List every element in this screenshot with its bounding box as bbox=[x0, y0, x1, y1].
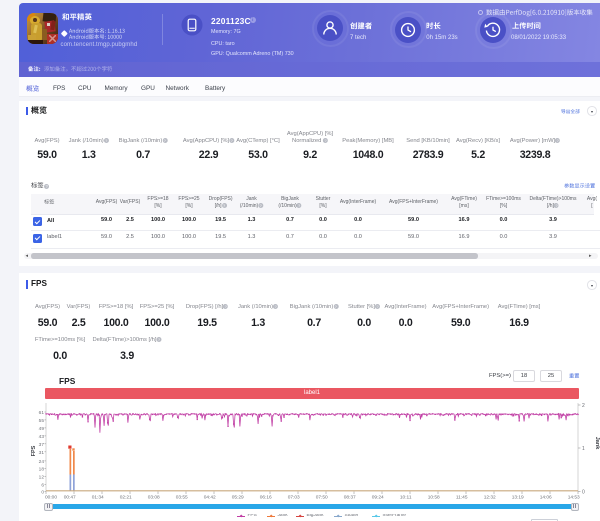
svg-text:37: 37 bbox=[39, 442, 45, 448]
svg-text:13:19: 13:19 bbox=[512, 495, 524, 501]
svg-text:43: 43 bbox=[39, 434, 45, 440]
svg-text:02:21: 02:21 bbox=[120, 495, 132, 501]
svg-text:07:03: 07:03 bbox=[288, 495, 300, 501]
svg-text:11:45: 11:45 bbox=[456, 495, 468, 501]
svg-text:10:58: 10:58 bbox=[428, 495, 440, 501]
svg-text:Jank: Jank bbox=[594, 437, 600, 450]
svg-text:14:06: 14:06 bbox=[540, 495, 552, 501]
svg-text:14:53: 14:53 bbox=[568, 495, 580, 501]
svg-text:09:24: 09:24 bbox=[372, 495, 384, 501]
svg-text:12: 12 bbox=[39, 475, 45, 481]
svg-text:04:42: 04:42 bbox=[204, 495, 216, 501]
svg-text:61: 61 bbox=[39, 410, 45, 416]
svg-text:1: 1 bbox=[582, 446, 585, 452]
svg-text:07:50: 07:50 bbox=[316, 495, 328, 501]
svg-text:55: 55 bbox=[39, 418, 45, 424]
svg-text:6: 6 bbox=[41, 482, 44, 488]
svg-text:24: 24 bbox=[39, 459, 45, 465]
svg-text:03:55: 03:55 bbox=[176, 495, 188, 501]
svg-text:03:08: 03:08 bbox=[148, 495, 160, 501]
svg-text:18: 18 bbox=[39, 467, 45, 473]
svg-text:00:00: 00:00 bbox=[45, 495, 57, 501]
svg-text:31: 31 bbox=[39, 450, 45, 456]
svg-text:01:34: 01:34 bbox=[92, 495, 104, 501]
svg-text:05:29: 05:29 bbox=[232, 495, 244, 501]
svg-text:08:37: 08:37 bbox=[344, 495, 356, 501]
svg-text:10:11: 10:11 bbox=[400, 495, 412, 501]
svg-text:FPS: FPS bbox=[31, 445, 37, 456]
svg-text:49: 49 bbox=[39, 426, 45, 432]
svg-text:12:32: 12:32 bbox=[484, 495, 496, 501]
svg-text:0: 0 bbox=[41, 490, 44, 496]
svg-text:06:16: 06:16 bbox=[260, 495, 272, 501]
svg-text:00:47: 00:47 bbox=[64, 495, 76, 501]
svg-text:0: 0 bbox=[582, 490, 585, 496]
svg-text:2: 2 bbox=[582, 403, 585, 409]
